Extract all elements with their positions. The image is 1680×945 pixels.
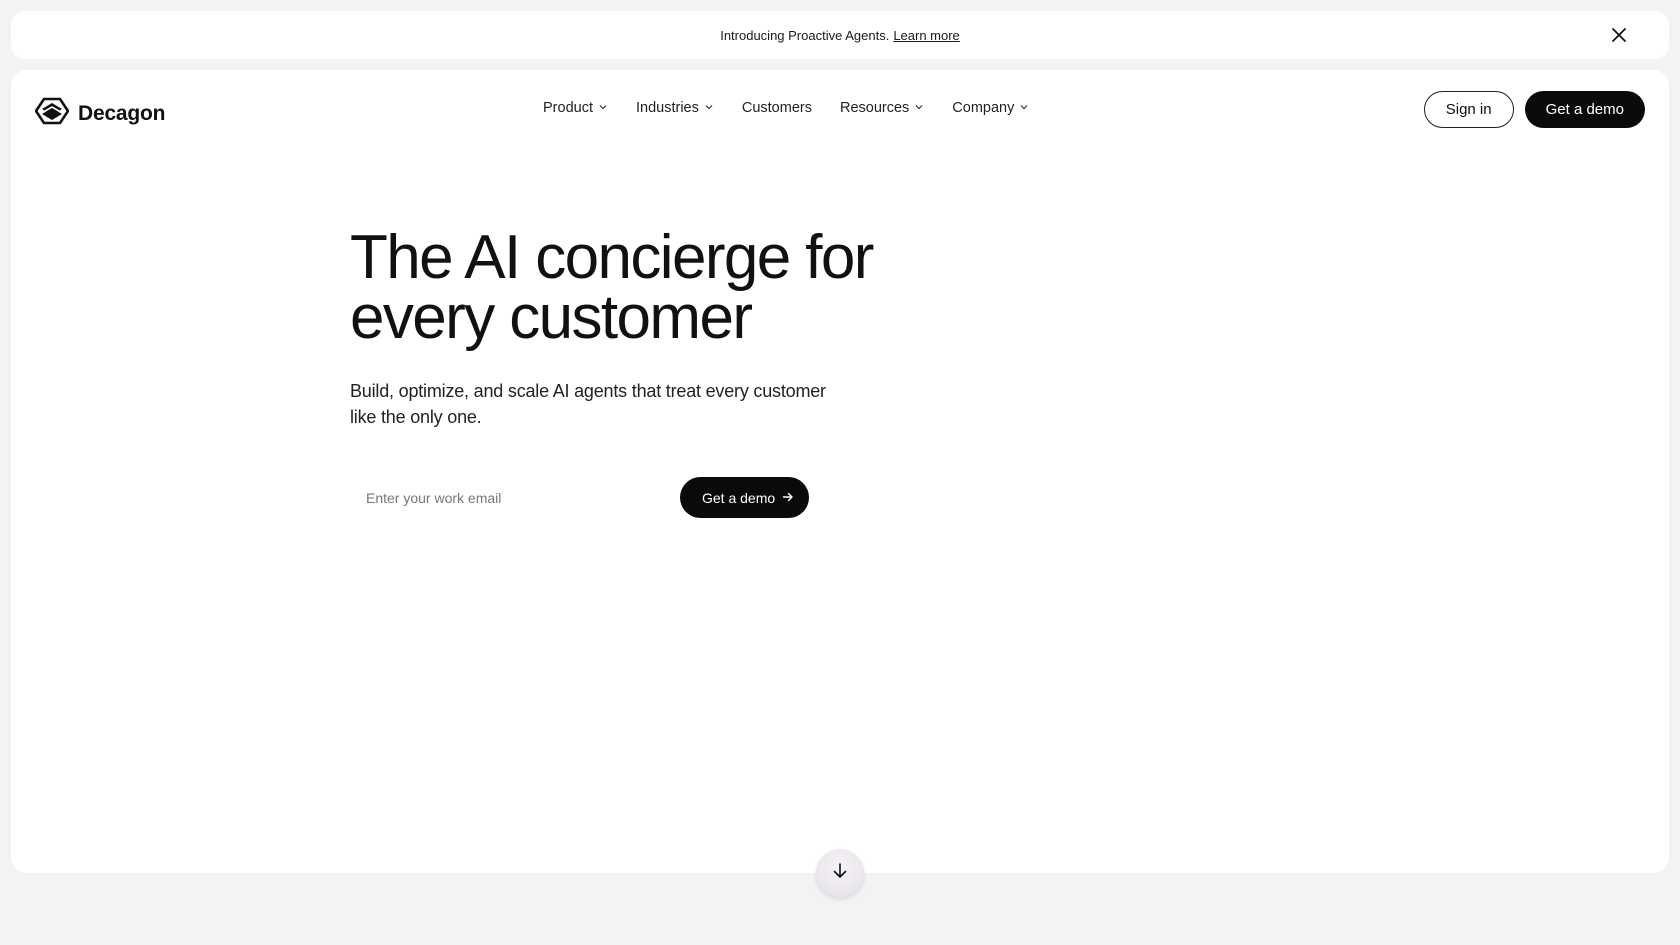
learn-more-link[interactable]: Learn more bbox=[893, 28, 959, 43]
get-demo-label: Get a demo bbox=[702, 489, 776, 506]
work-email-input[interactable] bbox=[350, 477, 670, 518]
header-actions: Sign in Get a demo bbox=[1423, 91, 1645, 128]
arrow-down-icon bbox=[831, 862, 849, 885]
arrow-right-icon bbox=[782, 490, 794, 506]
nav-label: Company bbox=[952, 100, 1015, 116]
demo-form: Get a demo bbox=[350, 477, 970, 518]
brand-name: Decagon bbox=[78, 101, 166, 125]
sign-in-button[interactable]: Sign in bbox=[1423, 91, 1514, 128]
announcement-bar: Introducing Proactive Agents. Learn more bbox=[11, 11, 1669, 59]
chevron-down-icon bbox=[598, 100, 608, 116]
nav-label: Product bbox=[543, 100, 593, 116]
hero-subtitle-line-2: like the only one. bbox=[350, 407, 482, 427]
nav-company[interactable]: Company bbox=[952, 100, 1029, 116]
nav-label: Industries bbox=[635, 100, 699, 116]
hero-section: The AI concierge for every customer Buil… bbox=[350, 227, 970, 518]
scroll-down-button[interactable] bbox=[816, 849, 864, 897]
nav-resources[interactable]: Resources bbox=[840, 100, 924, 116]
nav-customers[interactable]: Customers bbox=[742, 100, 812, 116]
nav-label: Resources bbox=[839, 100, 910, 116]
get-demo-header-button[interactable]: Get a demo bbox=[1524, 91, 1645, 128]
nav-product[interactable]: Product bbox=[543, 100, 608, 116]
hero-subtitle-line-1: Build, optimize, and scale AI agents tha… bbox=[350, 381, 826, 401]
decagon-logo-icon bbox=[34, 97, 70, 130]
chevron-down-icon bbox=[704, 100, 714, 116]
hero-subtitle: Build, optimize, and scale AI agents tha… bbox=[350, 378, 830, 430]
chevron-down-icon bbox=[1019, 100, 1029, 116]
hero-title-line-2: every customer bbox=[350, 283, 753, 352]
get-demo-hero-button[interactable]: Get a demo bbox=[680, 477, 810, 518]
close-icon[interactable] bbox=[1609, 25, 1629, 45]
main-panel: Decagon Product Industries Customers Res… bbox=[11, 70, 1669, 873]
hero-title-line-1: The AI concierge for bbox=[350, 223, 874, 292]
nav-industries[interactable]: Industries bbox=[636, 100, 714, 116]
nav-label: Customers bbox=[741, 100, 812, 116]
main-nav: Product Industries Customers Resources C… bbox=[543, 100, 1029, 116]
brand-logo-link[interactable]: Decagon bbox=[34, 97, 166, 130]
chevron-down-icon bbox=[914, 100, 924, 116]
hero-title: The AI concierge for every customer bbox=[350, 227, 970, 349]
announcement-text: Introducing Proactive Agents. bbox=[720, 27, 890, 43]
